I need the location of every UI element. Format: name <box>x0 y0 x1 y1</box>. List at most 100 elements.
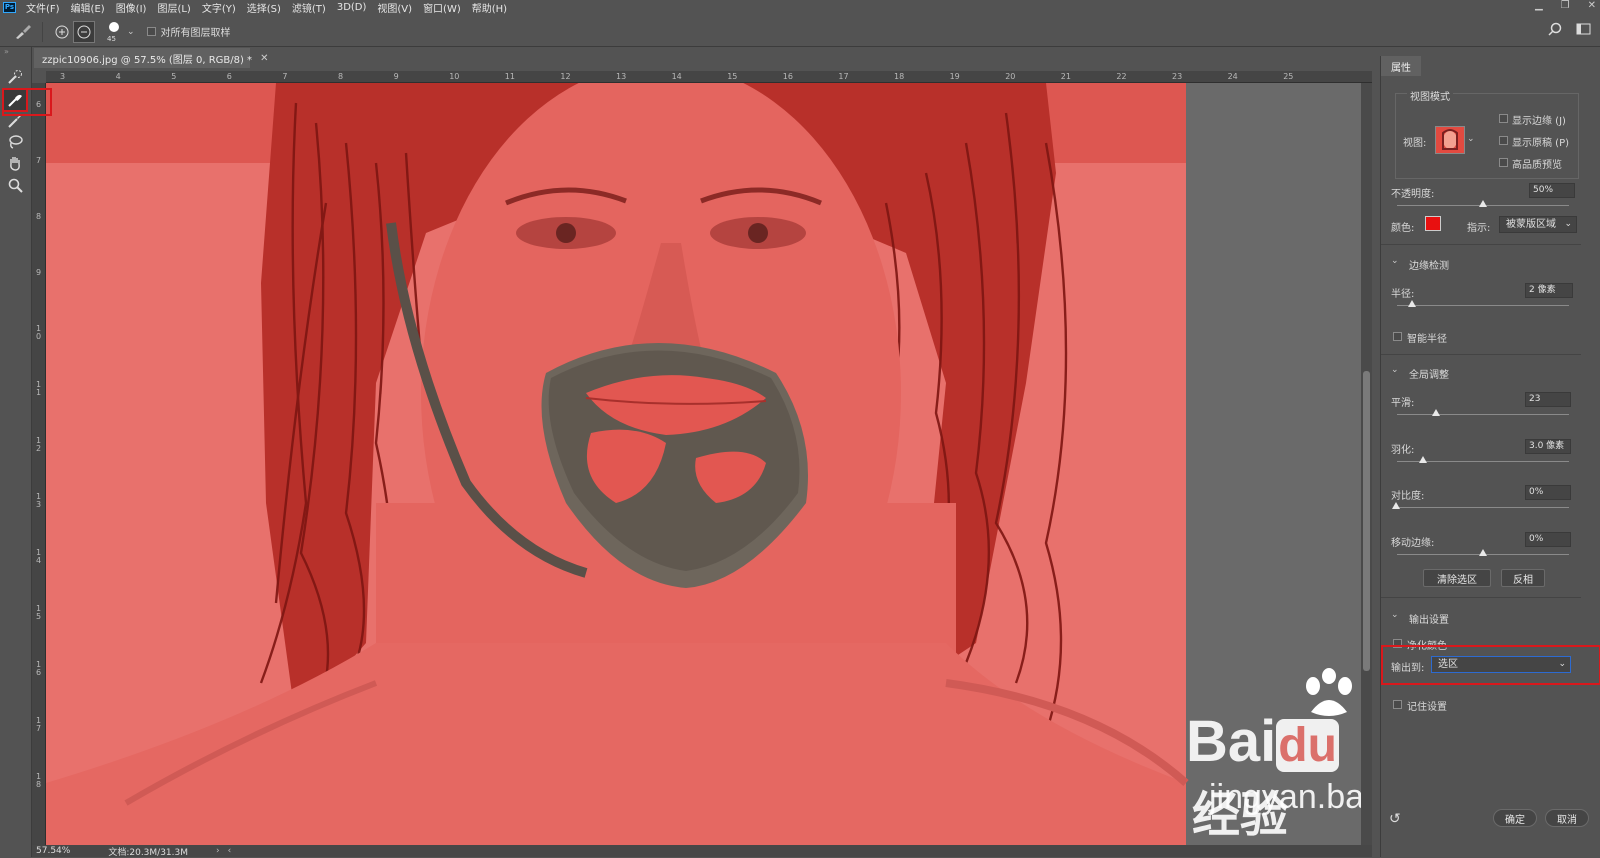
edge-detection-chevron-icon[interactable]: ⌄ <box>1391 256 1399 266</box>
zoom-tool-icon[interactable] <box>4 175 26 195</box>
menu-image[interactable]: 图像(I) <box>116 0 147 15</box>
watermark-brand-du: du <box>1276 719 1339 772</box>
smooth-slider-handle[interactable] <box>1432 409 1440 416</box>
view-thumbnail-dropdown[interactable] <box>1435 126 1465 154</box>
add-to-selection-icon[interactable] <box>51 21 73 43</box>
contrast-slider[interactable] <box>1397 507 1569 508</box>
sample-all-layers-label: 对所有图层取样 <box>160 28 231 39</box>
opacity-slider-handle[interactable] <box>1479 200 1487 207</box>
menu-help[interactable]: 帮助(H) <box>472 0 507 15</box>
chevron-down-icon: ⌄ <box>1564 219 1572 229</box>
remember-settings-checkbox[interactable] <box>1393 700 1402 709</box>
document-tab[interactable]: zzpic10906.jpg @ 57.5% (图层 0, RGB/8) * ✕ <box>34 48 268 68</box>
menu-file[interactable]: 文件(F) <box>26 0 60 15</box>
menu-bar: Ps 文件(F) 编辑(E) 图像(I) 图层(L) 文字(Y) 选择(S) 滤… <box>0 0 1600 15</box>
ruler-tick-label: 3 <box>60 72 66 81</box>
document-canvas[interactable]: Baidu经验 jingyan.baidu.com <box>46 83 1372 845</box>
smart-radius-label: 智能半径 <box>1407 334 1447 345</box>
properties-panel: 属性 视图模式 视图: ⌄ 显示边缘 (J) 显示原稿 (P) 高品质预览 不透… <box>1380 56 1600 857</box>
contrast-slider-handle[interactable] <box>1392 502 1400 509</box>
shift-edge-slider-handle[interactable] <box>1479 549 1487 556</box>
smart-radius-checkbox[interactable] <box>1393 332 1402 341</box>
ruler-tick-label: 17 <box>838 72 849 81</box>
menu-type[interactable]: 文字(Y) <box>202 0 236 15</box>
ruler-tick-label: 16 <box>782 72 793 81</box>
ruler-tick-label: 6 <box>226 72 232 81</box>
vertical-ruler: 6 7 8 9 10 11 12 13 14 15 16 17 18 <box>32 83 46 845</box>
show-edge-label: 显示边缘 (J) <box>1512 116 1566 127</box>
refine-brush-tool-icon[interactable] <box>12 21 34 43</box>
global-refine-title[interactable]: 全局调整 <box>1409 366 1449 381</box>
ruler-tick-label: 18 <box>894 72 905 81</box>
ruler-tick-label: 5 <box>171 72 177 81</box>
photoshop-logo-icon: Ps <box>3 1 16 13</box>
indicate-dropdown[interactable]: 被蒙版区域 ⌄ <box>1499 216 1577 233</box>
feather-label: 羽化: <box>1391 445 1415 456</box>
zoom-level[interactable]: 57.54% <box>36 846 70 856</box>
output-settings-title[interactable]: 输出设置 <box>1409 611 1449 626</box>
brush-picker-chevron-icon[interactable]: ⌄ <box>127 27 135 37</box>
ruler-tick-label: 16 <box>36 660 42 677</box>
search-icon[interactable] <box>1548 22 1562 39</box>
show-edge-checkbox[interactable] <box>1499 114 1508 123</box>
ruler-tick-label: 8 <box>338 72 344 81</box>
menu-window[interactable]: 窗口(W) <box>423 0 461 15</box>
radius-slider[interactable] <box>1397 305 1569 306</box>
menu-filter[interactable]: 滤镜(T) <box>292 0 326 15</box>
status-menu-arrow-icon[interactable]: › <box>216 846 220 856</box>
ruler-tick-label: 18 <box>36 772 42 789</box>
invert-button[interactable]: 反相 <box>1501 569 1545 587</box>
output-settings-chevron-icon[interactable]: ⌄ <box>1391 610 1399 620</box>
minimize-icon[interactable]: ▁ <box>1535 0 1543 11</box>
properties-tab[interactable]: 属性 <box>1381 56 1421 76</box>
show-original-checkbox[interactable] <box>1499 136 1508 145</box>
scroll-left-arrow-icon[interactable]: ‹ <box>228 846 232 856</box>
restore-icon[interactable]: ❐ <box>1561 0 1570 11</box>
brush-size-picker[interactable]: 45 <box>101 19 127 45</box>
view-chevron-icon[interactable]: ⌄ <box>1467 134 1475 144</box>
annotation-highlight-box <box>1381 645 1600 685</box>
menu-edit[interactable]: 编辑(E) <box>71 0 105 15</box>
clear-selection-button[interactable]: 清除选区 <box>1423 569 1491 587</box>
feather-value[interactable]: 3.0 像素 <box>1525 439 1571 454</box>
vertical-scrollbar[interactable] <box>1361 83 1372 845</box>
menu-select[interactable]: 选择(S) <box>247 0 281 15</box>
color-label: 颜色: <box>1391 223 1415 234</box>
subtract-from-selection-icon[interactable] <box>73 20 95 43</box>
global-refine-chevron-icon[interactable]: ⌄ <box>1391 365 1399 375</box>
doc-size-info[interactable]: 文档:20.3M/31.3M <box>108 845 188 858</box>
edge-detection-title[interactable]: 边缘检测 <box>1409 257 1449 272</box>
contrast-value[interactable]: 0% <box>1525 485 1571 500</box>
scrollbar-thumb[interactable] <box>1363 371 1370 671</box>
sample-all-layers-checkbox[interactable] <box>146 27 156 36</box>
options-bar: 45 ⌄ 对所有图层取样 <box>0 17 1600 47</box>
feather-slider-handle[interactable] <box>1419 456 1427 463</box>
panel-collapse-icon[interactable]: » <box>4 47 9 56</box>
hand-tool-icon[interactable] <box>4 153 26 173</box>
workspace-icon[interactable] <box>1576 22 1592 39</box>
menu-layer[interactable]: 图层(L) <box>157 0 190 15</box>
lasso-tool-icon[interactable] <box>4 132 26 152</box>
smooth-slider[interactable] <box>1397 414 1569 415</box>
reset-icon[interactable]: ↺ <box>1389 811 1401 827</box>
quick-selection-tool-icon[interactable] <box>4 67 26 87</box>
image-with-mask-overlay <box>46 83 1372 845</box>
menu-3d[interactable]: 3D(D) <box>337 2 367 13</box>
menu-view[interactable]: 视图(V) <box>377 0 412 15</box>
hq-preview-checkbox[interactable] <box>1499 158 1508 167</box>
overlay-color-swatch[interactable] <box>1425 216 1441 231</box>
document-title: zzpic10906.jpg @ 57.5% (图层 0, RGB/8) * <box>42 54 253 66</box>
hq-preview-label: 高品质预览 <box>1512 160 1562 171</box>
close-tab-icon[interactable]: ✕ <box>260 53 268 64</box>
radius-value[interactable]: 2 像素 <box>1525 283 1573 298</box>
cancel-button[interactable]: 取消 <box>1545 809 1589 827</box>
ruler-tick-label: 22 <box>1116 72 1127 81</box>
ok-button[interactable]: 确定 <box>1493 809 1537 827</box>
shift-edge-value[interactable]: 0% <box>1525 532 1571 547</box>
radius-slider-handle[interactable] <box>1408 300 1416 307</box>
ruler-tick-label: 7 <box>36 156 42 165</box>
smooth-value[interactable]: 23 <box>1525 392 1571 407</box>
opacity-value[interactable]: 50% <box>1529 183 1575 198</box>
close-window-icon[interactable]: ✕ <box>1588 0 1596 11</box>
ruler-tick-label: 9 <box>36 268 42 277</box>
